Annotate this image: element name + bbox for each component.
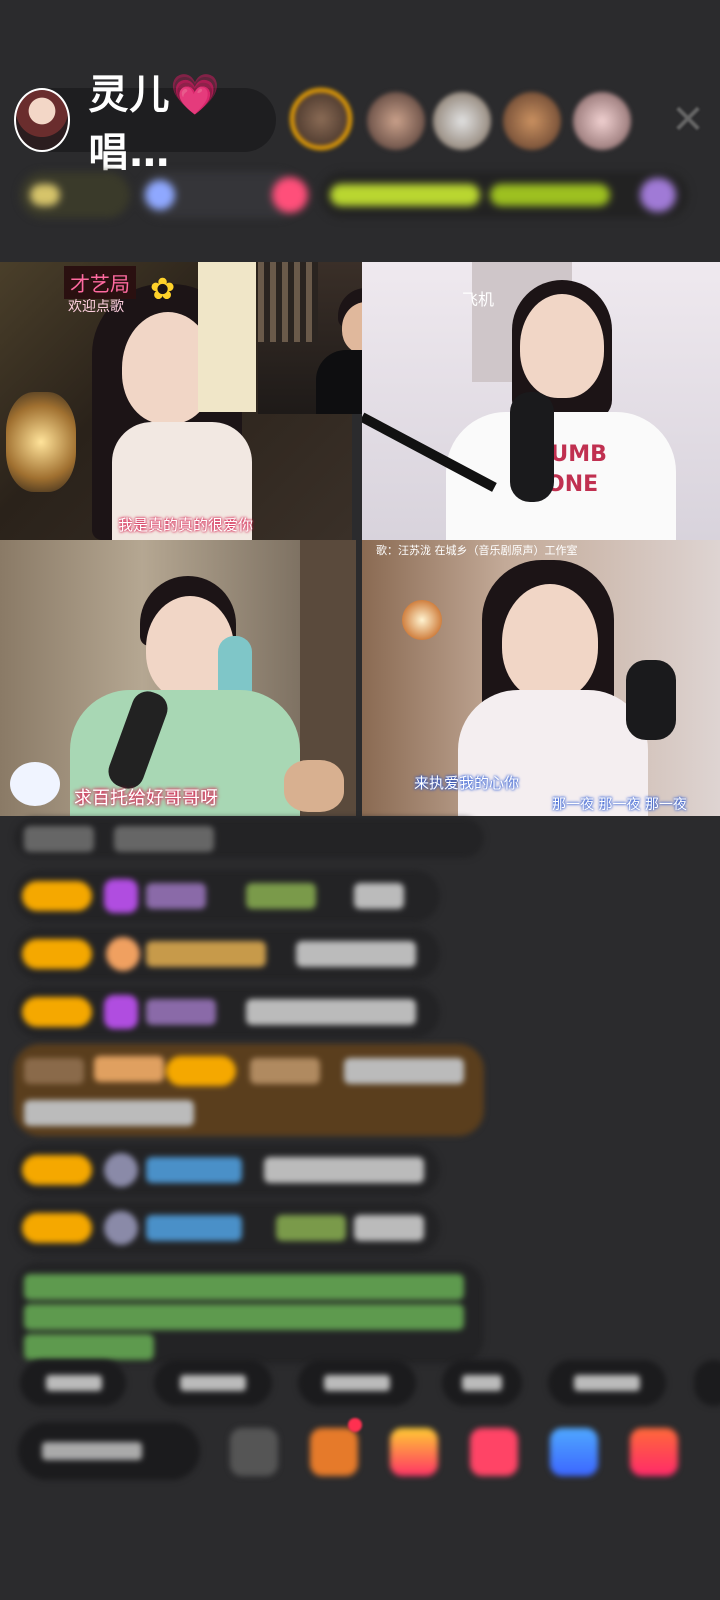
host-avatar[interactable] [14, 88, 71, 152]
gift-icon[interactable] [630, 1428, 678, 1476]
song-info: 歌：汪苏泷 在城乡（音乐剧原声）工作室 [376, 544, 578, 557]
viewer-avatar-3[interactable] [433, 92, 491, 150]
viewer-avatar-5[interactable] [573, 92, 631, 150]
chat-message-6 [14, 1202, 440, 1254]
caption-top-left: 我是真的真的很爱你 [118, 516, 254, 534]
bear-sticker-icon [284, 760, 344, 812]
quick-chip-1[interactable] [20, 1360, 126, 1406]
caption-bottom-left: 求百托给好哥哥呀 [74, 788, 218, 809]
system-notice [14, 1262, 484, 1364]
chat-message-2 [14, 870, 440, 922]
chat-message-4 [14, 986, 440, 1038]
host-name: 灵儿💗 唱… [88, 62, 276, 178]
say-something-input[interactable] [18, 1422, 200, 1480]
brand-label: 才艺局 [64, 266, 136, 299]
caption-bottom-right: 来执爱我的心你 [414, 774, 520, 792]
quick-chip-5[interactable] [548, 1360, 666, 1406]
emoji-icon[interactable] [230, 1428, 278, 1476]
host-name-suffix: 唱… [88, 130, 171, 176]
shop-icon[interactable] [310, 1428, 358, 1476]
host-name-text: 灵儿 [88, 72, 171, 118]
like-icon[interactable] [470, 1428, 518, 1476]
chat-message-5 [14, 1144, 440, 1196]
quick-chip-4[interactable] [442, 1360, 522, 1406]
sub-label: 欢迎点歌 [68, 299, 124, 315]
notification-dot [348, 1418, 362, 1432]
tag-label: 飞机 [462, 290, 495, 309]
video-tile-bottom-left[interactable]: 求百托给好哥哥呀 [0, 540, 356, 816]
close-icon[interactable]: ✕ [668, 100, 708, 140]
viewer-avatar-1[interactable] [290, 88, 352, 150]
viewer-avatar-4[interactable] [503, 92, 561, 150]
host-info-pill[interactable]: 灵儿💗 唱… [14, 72, 276, 176]
share-icon[interactable] [550, 1428, 598, 1476]
viewer-avatar-2[interactable] [367, 92, 425, 150]
gift-message [14, 1044, 484, 1136]
video-tile-top-right[interactable]: NUMB ONE 飞机 [362, 262, 720, 540]
sticker-icon [10, 762, 60, 806]
chat-message-3 [14, 928, 440, 980]
status-row [0, 172, 720, 218]
heart-icon: 💗 [170, 72, 222, 118]
gift-box-icon[interactable] [390, 1428, 438, 1476]
chat-message-1 [14, 818, 484, 858]
lyric-line: 那一夜 那一夜 那一夜 [552, 797, 687, 813]
video-tile-bottom-right[interactable]: 歌：汪苏泷 在城乡（音乐剧原声）工作室 来执爱我的心你 那一夜 那一夜 那一夜 [362, 540, 720, 816]
quick-chip-2[interactable] [154, 1360, 272, 1406]
quick-chip-6[interactable] [694, 1360, 720, 1406]
flower-icon: ✿ [150, 272, 176, 307]
quick-chip-3[interactable] [298, 1360, 416, 1406]
microphone-icon [626, 660, 676, 740]
